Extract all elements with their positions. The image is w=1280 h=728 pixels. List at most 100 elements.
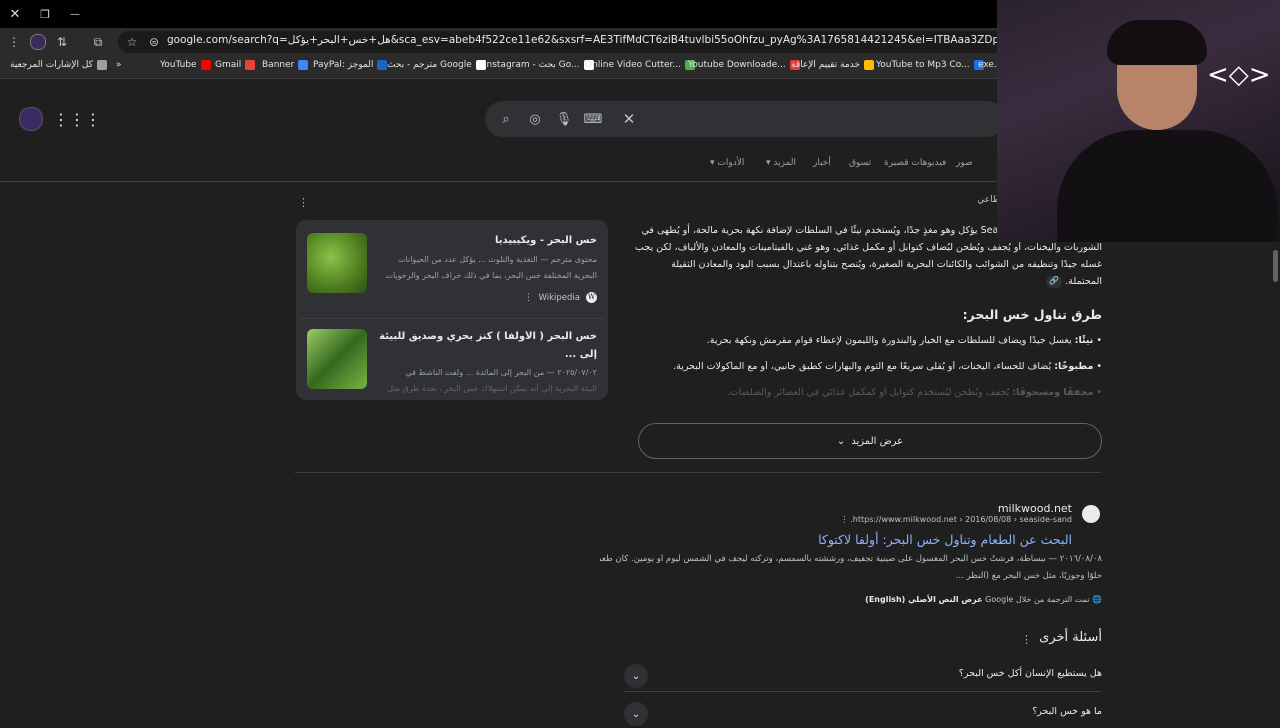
tab-tools[interactable]: ▾ الأدوات [710,158,744,168]
more-options-icon[interactable]: ⋮ [840,515,849,525]
bookmark-favicon-icon [864,60,875,70]
paa-question-text[interactable]: ما هو خس البحر؟ [700,706,1102,717]
search-icon[interactable]: ⌕ [497,110,515,128]
lens-icon[interactable]: ◎ [526,110,544,128]
result-snippet: ٢٠١٦/٠٨/٠٨ — ببساطة، فرشتُ خس البحر المغ… [600,554,1102,564]
source-title[interactable]: خس البحر ( الأولفا ) كنز بحري وصديق للبي… [375,331,597,342]
restore-icon: ❐ [40,7,50,21]
extensions-icon[interactable]: ⧉ [88,32,108,52]
chevron-down-icon[interactable]: ⌄ [624,702,648,726]
tab-search-icon[interactable]: ⇅ [52,32,72,52]
bookmark-star-icon[interactable]: ☆ [122,32,142,52]
result-breadcrumb[interactable]: https://www.milkwood.net › 2016/08/08 › … [850,515,1072,524]
source-snippet: محتوى مترجم — التغذية والتلوث ... يؤكل ع… [398,255,597,264]
result-site-name[interactable]: milkwood.net [900,502,1072,515]
url-text[interactable]: google.com/search?q=هل+خس+البحر+يؤكل&sca… [167,34,997,46]
translate-icon: 🌐 [1089,595,1102,604]
source-snippet: البيئة البحرية إلى أنه يمكن استهلاك خس ا… [387,384,597,393]
ways-heading: طرق تناول خس البحر: [962,307,1102,322]
bookmark-item[interactable]: Banner [262,60,309,70]
paa-question-text[interactable]: هل يستطيع الإنسان أكل خس البحر؟ [700,668,1102,679]
webcam-overlay: <◇> [997,0,1280,242]
person-body [1057,130,1277,242]
bullet-cooked: • مطبوخًا: يُضاف للحساء، اليخنات، أو يُق… [673,361,1102,372]
link-chip-icon[interactable]: 🔗 [1046,276,1062,288]
tab-short-videos[interactable]: فيديوهات قصيرة [884,158,946,168]
translation-note: 🌐 تمت الترجمة من خلال Google عرض النص ال… [860,595,1102,604]
apps-grid-icon[interactable]: ⋮⋮⋮ [53,110,101,129]
bookmark-favicon-icon [298,60,309,70]
chevron-down-icon[interactable]: ⌄ [624,664,648,688]
bookmark-item[interactable]: YouTube [160,60,211,70]
bookmark-label: مترجم - بحث Google [387,60,472,70]
clear-search-icon[interactable]: ✕ [620,110,638,128]
tab-images[interactable]: صور [956,158,973,168]
bookmark-label: Gmail [215,60,242,70]
bookmark-label: YouTube [160,60,197,70]
restore-window-button[interactable]: ❐ [30,0,60,28]
more-options-icon[interactable]: ⋮ [1021,633,1032,646]
source-site[interactable]: Wikipedia [500,293,580,303]
source-thumbnail[interactable] [307,233,367,293]
bullet-raw: • نيئًا: يغسل جيدًا ويضاف للسلطات مع الخ… [706,335,1102,346]
result-title-link[interactable]: البحث عن الطعام وتناول خس البحر: أولفا ل… [700,532,1072,547]
source-thumbnail[interactable] [307,329,367,389]
bookmark-item[interactable]: instagram - بحث Go... [484,60,594,70]
source-title[interactable]: خس البحر - ويكيبيديا [375,235,597,246]
section-divider [295,472,1101,473]
bookmark-item[interactable]: Gmail [215,60,256,70]
tab-more-label: المزيد [773,158,797,168]
scrollbar-thumb[interactable] [1273,250,1278,282]
bookmark-item[interactable]: مترجم - بحث Google [387,60,486,70]
bookmark-favicon-icon [245,60,256,70]
bookmark-label: Youtube Downloade... [688,60,786,70]
show-more-button[interactable]: ⌄ عرض المزيد [638,423,1102,459]
site-favicon[interactable] [1082,505,1100,523]
bookmark-item[interactable]: Online Video Cutter... [585,60,696,70]
bookmark-item[interactable]: خدمة تقييم الإعاقة [791,60,875,70]
bookmark-label: instagram - بحث Go... [484,60,580,70]
site-info-icon[interactable]: ⊜ [144,32,164,52]
minimize-icon: — [70,8,80,20]
bookmark-label: Banner [262,60,295,70]
tab-more[interactable]: ▾ المزيد [766,158,796,168]
more-options-icon[interactable]: ⋮ [298,196,309,209]
bullet-dried: • مجففًا ومسحوقًا: يُجفف ويُطحن ليُستخدم… [726,387,1102,398]
menu-dots-icon[interactable]: ⋮ [4,32,24,52]
wikipedia-icon: W [586,292,597,303]
tab-shopping[interactable]: تسوق [849,158,871,168]
bookmark-item[interactable]: PayPal: الموجز [313,60,388,70]
bookmark-item[interactable]: YouTube to Mp3 Co... [876,60,984,70]
bookmark-favicon-icon [200,60,211,70]
person-hair [1107,20,1207,65]
bookmark-favicon-icon [377,60,388,70]
chevron-down-icon: ⌄ [836,435,846,447]
bookmark-item[interactable]: Youtube Downloade... [688,60,800,70]
overview-line-3: غسله جيدًا وتنظيفه من الشوائب والكائنات … [671,259,1102,270]
bookmark-label: PayPal: الموجز [313,60,374,70]
bookmarks-overflow-button[interactable]: » [116,60,122,70]
show-original-link[interactable]: عرض النص الأصلي (English) [865,595,982,604]
all-bookmarks-folder[interactable]: كل الإشارات المرجعية [10,60,107,70]
profile-avatar[interactable] [28,32,48,52]
bookmark-favicon-icon [96,60,107,70]
minimize-window-button[interactable]: — [60,0,90,28]
translated-note-label: تمت الترجمة من خلال Google [985,595,1090,604]
more-options-icon[interactable]: ⋮ [524,293,533,303]
source-snippet: ٢٠٢٥/٠٧/٠٢ — من البحر إلى المائدة ... ول… [405,368,597,377]
keyboard-icon[interactable]: ⌨ [584,110,603,128]
window-titlebar [0,0,997,28]
mic-icon[interactable]: 🎙 [555,110,573,128]
google-account-avatar[interactable] [19,107,43,131]
channel-logo-icon: <◇> [1207,60,1271,90]
bookmark-label: » [116,60,122,70]
bookmark-label: كل الإشارات المرجعية [10,60,93,70]
source-title-line-2[interactable]: إلى ... [375,349,597,360]
close-window-button[interactable]: ✕ [0,0,30,28]
scrollbar[interactable] [1272,242,1280,720]
overview-line-1: (Sea يؤكل وهو مغذٍ جدًا، ويُستخدم نيئًا … [641,225,1002,236]
bookmark-label: Online Video Cutter... [585,60,682,70]
close-icon: ✕ [9,6,21,22]
bookmark-label: خدمة تقييم الإعاقة [791,60,861,70]
tab-news[interactable]: أخبار [813,158,831,168]
